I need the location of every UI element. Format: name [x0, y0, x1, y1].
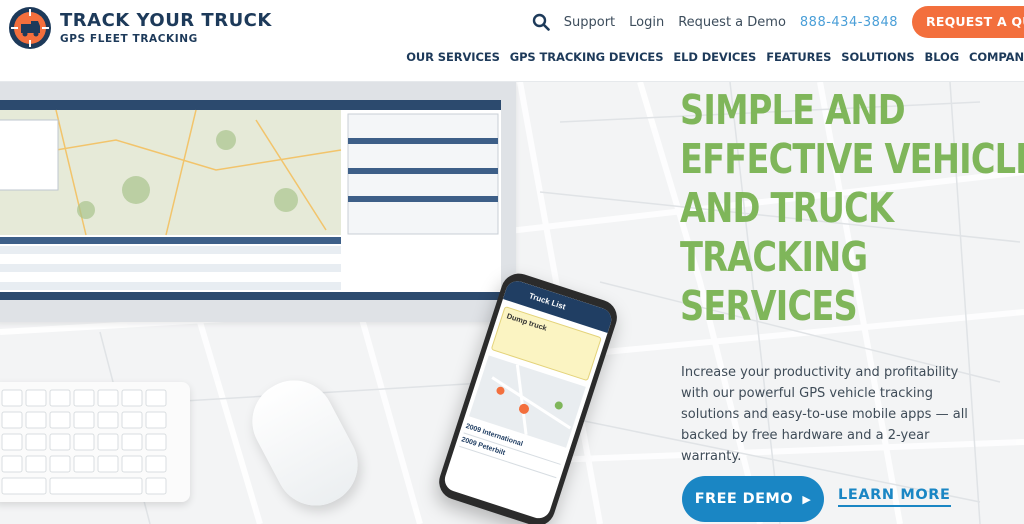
nav-our-services[interactable]: OUR SERVICES	[406, 50, 500, 64]
free-demo-label: FREE DEMO	[694, 491, 793, 507]
nav-gps-tracking-devices[interactable]: GPS TRACKING DEVICES	[510, 50, 664, 64]
support-link[interactable]: Support	[564, 15, 615, 30]
phone-frame: Truck List Dump truck 2009 International…	[434, 268, 622, 524]
keyboard	[0, 382, 190, 502]
headline-line: AND TRUCK	[680, 184, 894, 232]
request-demo-link[interactable]: Request a Demo	[678, 15, 786, 30]
hero-lead-text: Increase your productivity and profitabi…	[681, 365, 968, 464]
nav-solutions[interactable]: SOLUTIONS	[841, 50, 914, 64]
headline-line: SIMPLE AND	[680, 86, 906, 134]
desktop-monitor	[0, 82, 516, 322]
nav-blog[interactable]: BLOG	[925, 50, 960, 64]
nav-eld-devices[interactable]: ELD DEVICES	[673, 50, 756, 64]
headline-line: TRACKING	[680, 233, 868, 281]
nav-features[interactable]: FEATURES	[766, 50, 831, 64]
request-quote-button[interactable]: REQUEST A QUOTE	[912, 6, 1024, 38]
hero-section: Truck List Dump truck 2009 International…	[0, 82, 1024, 524]
free-demo-button[interactable]: FREE DEMO ▶	[682, 476, 824, 522]
login-link[interactable]: Login	[629, 15, 664, 30]
search-icon[interactable]	[532, 13, 550, 31]
learn-more-link[interactable]: LEARN MORE	[838, 487, 951, 507]
truck-logo-icon	[9, 7, 51, 49]
logo[interactable]: TRACK YOUR TRUCK GPS FLEET TRACKING	[8, 6, 272, 50]
play-arrow-icon: ▶	[802, 493, 812, 506]
brand-name: TRACK YOUR TRUCK	[60, 10, 272, 31]
nav-company[interactable]: COMPAN	[969, 50, 1024, 64]
tracking-dashboard-screenshot	[0, 100, 501, 300]
main-nav: OUR SERVICES GPS TRACKING DEVICES ELD DE…	[396, 50, 1024, 64]
phone-app-screen: Truck List Dump truck 2009 International…	[441, 278, 615, 522]
headline-line: EFFECTIVE VEHICLE	[680, 135, 1024, 183]
headline-line: SERVICES	[680, 282, 858, 330]
brand-tagline: GPS FLEET TRACKING	[60, 33, 198, 45]
hero-headline: SIMPLE AND EFFECTIVE VEHICLE AND TRUCK T…	[680, 86, 1024, 331]
phone-number[interactable]: 888-434-3848	[800, 15, 898, 30]
site-header: TRACK YOUR TRUCK GPS FLEET TRACKING Supp…	[0, 0, 1024, 82]
utility-bar: Support Login Request a Demo 888-434-384…	[532, 6, 1024, 38]
